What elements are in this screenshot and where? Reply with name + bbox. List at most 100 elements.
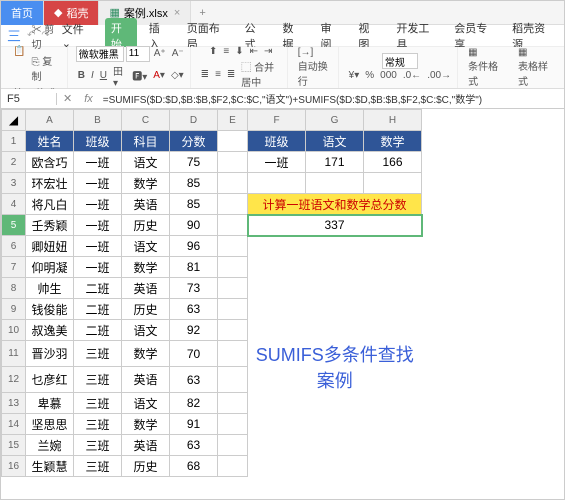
cell[interactable]	[306, 435, 364, 456]
cell[interactable]: 二班	[74, 299, 122, 320]
cell[interactable]: 班级	[74, 131, 122, 152]
banner-cell[interactable]: 计算一班语文和数学总分数	[248, 194, 422, 215]
cell[interactable]: 一班	[74, 194, 122, 215]
border-button[interactable]: 田▾	[111, 62, 128, 90]
cell[interactable]: 三班	[74, 456, 122, 477]
cell[interactable]: 语文	[122, 152, 170, 173]
cell[interactable]: 分数	[170, 131, 218, 152]
cell[interactable]: 姓名	[26, 131, 74, 152]
cell[interactable]	[248, 393, 306, 414]
cell[interactable]: 85	[170, 194, 218, 215]
underline-button[interactable]: U	[98, 69, 109, 82]
select-all-corner[interactable]: ◢	[2, 110, 26, 131]
cell[interactable]: 63	[170, 299, 218, 320]
cell[interactable]: 生颖慧	[26, 456, 74, 477]
sheet-grid[interactable]: ◢ A B C D E F G H 1 姓名 班级 科目 分数 班级 语文 数学	[1, 109, 564, 499]
col-C[interactable]: C	[122, 110, 170, 131]
cell[interactable]: 欧含巧	[26, 152, 74, 173]
cell[interactable]: 68	[170, 456, 218, 477]
cell[interactable]	[306, 393, 364, 414]
cell[interactable]: 班级	[248, 131, 306, 152]
dec-dec-icon[interactable]: .00→	[425, 69, 453, 82]
cell[interactable]: 63	[170, 435, 218, 456]
row-head-1[interactable]: 1	[2, 131, 26, 152]
col-G[interactable]: G	[306, 110, 364, 131]
cell[interactable]: 语文	[122, 393, 170, 414]
align-left-icon[interactable]: ≣	[199, 68, 211, 81]
cell[interactable]: 英语	[122, 435, 170, 456]
cell[interactable]: 坚思思	[26, 414, 74, 435]
align-center-icon[interactable]: ≡	[213, 68, 223, 81]
cell[interactable]	[218, 341, 248, 367]
cell[interactable]	[218, 393, 248, 414]
col-B[interactable]: B	[74, 110, 122, 131]
merge-button[interactable]: ⬚ 合并居中	[239, 58, 282, 90]
cell[interactable]	[218, 173, 248, 194]
cell[interactable]	[218, 414, 248, 435]
cell[interactable]	[306, 236, 364, 257]
cell[interactable]	[218, 299, 248, 320]
font-size-select[interactable]	[126, 46, 150, 62]
cell[interactable]	[306, 456, 364, 477]
cell[interactable]: 166	[364, 152, 422, 173]
row-head-10[interactable]: 10	[2, 320, 26, 341]
cell[interactable]	[248, 257, 306, 278]
row-head-14[interactable]: 14	[2, 414, 26, 435]
cell[interactable]: 三班	[74, 367, 122, 393]
cell[interactable]	[364, 456, 422, 477]
cell[interactable]	[248, 173, 306, 194]
cell[interactable]: 一班	[74, 236, 122, 257]
cell[interactable]: 数学	[122, 173, 170, 194]
cell[interactable]: 三班	[74, 435, 122, 456]
cell[interactable]: 卿妞妞	[26, 236, 74, 257]
cell[interactable]	[218, 278, 248, 299]
align-top-icon[interactable]: ⬆	[207, 45, 219, 58]
row-head-16[interactable]: 16	[2, 456, 26, 477]
cell[interactable]: 历史	[122, 215, 170, 236]
cell[interactable]	[306, 320, 364, 341]
cell[interactable]: 一班	[74, 215, 122, 236]
font-grow-icon[interactable]: A⁺	[152, 47, 168, 60]
cell[interactable]	[364, 435, 422, 456]
cell[interactable]	[364, 393, 422, 414]
name-box[interactable]: F5	[1, 93, 57, 105]
cell[interactable]: 81	[170, 257, 218, 278]
cell[interactable]: 语文	[306, 131, 364, 152]
big-text-cell[interactable]: SUMIFS多条件查找案例	[248, 341, 422, 393]
cell[interactable]	[248, 299, 306, 320]
cell[interactable]: 英语	[122, 278, 170, 299]
cell[interactable]	[364, 299, 422, 320]
cell[interactable]	[218, 257, 248, 278]
cell[interactable]: 将凡白	[26, 194, 74, 215]
cell[interactable]: 语文	[122, 236, 170, 257]
formula-input[interactable]: =SUMIFS($D:$D,$B:$B,$F2,$C:$C,"语文")+SUMI…	[99, 91, 564, 106]
cell[interactable]: 乜彦红	[26, 367, 74, 393]
cell[interactable]: 数学	[122, 414, 170, 435]
cell[interactable]: 一班	[74, 152, 122, 173]
cell[interactable]: 数学	[364, 131, 422, 152]
cell[interactable]	[248, 278, 306, 299]
cell[interactable]: 91	[170, 414, 218, 435]
font-color-button[interactable]: A▾	[151, 69, 167, 82]
cell[interactable]	[218, 435, 248, 456]
clear-format-button[interactable]: ◇▾	[169, 69, 186, 82]
cell[interactable]	[248, 236, 306, 257]
comma-icon[interactable]: 000	[378, 69, 399, 82]
fill-color-button[interactable]: 🅵▾	[130, 67, 149, 84]
cell[interactable]: 数学	[122, 341, 170, 367]
cell[interactable]	[364, 278, 422, 299]
row-head-9[interactable]: 9	[2, 299, 26, 320]
bold-button[interactable]: B	[76, 69, 87, 82]
cell[interactable]	[306, 299, 364, 320]
cell[interactable]: 73	[170, 278, 218, 299]
cell[interactable]	[364, 236, 422, 257]
wrap-button[interactable]: [→]自动换行	[296, 46, 334, 89]
cell[interactable]: 70	[170, 341, 218, 367]
font-name-select[interactable]	[76, 46, 124, 62]
cell[interactable]	[248, 456, 306, 477]
cell[interactable]	[248, 435, 306, 456]
row-head-11[interactable]: 11	[2, 341, 26, 367]
col-F[interactable]: F	[248, 110, 306, 131]
cut-button[interactable]: ✂ 剪切	[29, 20, 62, 52]
cell[interactable]: 三班	[74, 341, 122, 367]
